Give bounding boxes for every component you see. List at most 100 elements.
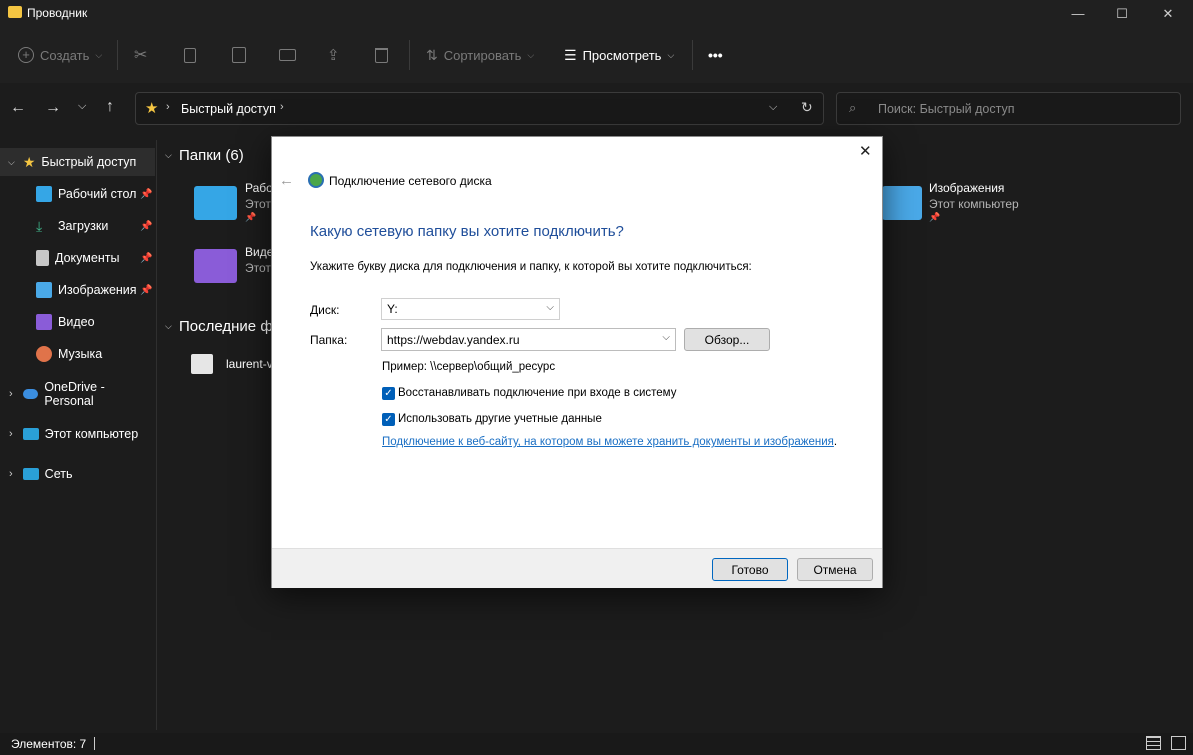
pictures-icon <box>36 282 52 298</box>
pin-icon: 📌 <box>140 252 153 264</box>
delete-button[interactable] <box>375 40 388 70</box>
share-icon: ⇪ <box>327 47 340 64</box>
chevron-down-icon: ⌵ <box>527 49 535 60</box>
chevron-right-icon: › <box>9 468 13 480</box>
section-chevron-icon[interactable]: ⌵ <box>165 150 172 161</box>
section-chevron-icon[interactable]: ⌵ <box>165 321 172 332</box>
sidebar-item-label: Рабочий стол <box>58 187 137 201</box>
tiles-view-icon[interactable] <box>1171 736 1186 750</box>
recent-file-name[interactable]: laurent-v <box>226 357 273 371</box>
dialog-heading: Какую сетевую папку вы хотите подключить… <box>310 223 624 240</box>
network-drive-icon <box>308 172 324 188</box>
view-button[interactable]: ☰ Просмотреть ⌵ <box>564 40 674 70</box>
maximize-button[interactable]: ☐ <box>1099 0 1145 27</box>
close-window-button[interactable]: ✕ <box>1145 0 1191 27</box>
arrow-left-icon: ← <box>10 99 26 116</box>
view-label: Просмотреть <box>582 47 662 63</box>
chevron-down-icon: ⌵ <box>546 302 554 313</box>
toolbar-divider <box>692 40 693 70</box>
sidebar-item-label: OneDrive - Personal <box>44 380 105 408</box>
folder-location: Этот <box>245 261 271 275</box>
title-bar <box>0 0 1193 27</box>
chevron-down-icon: ⌵ <box>662 332 670 343</box>
credentials-checkbox[interactable]: ✓ <box>382 413 395 426</box>
reconnect-label[interactable]: Восстанавливать подключение при входе в … <box>398 387 676 399</box>
close-dialog-button[interactable]: ✕ <box>859 142 872 160</box>
sidebar-item-quick-access[interactable]: ⌵ ★ Быстрый доступ <box>0 148 155 176</box>
sidebar-item-music[interactable]: Музыка <box>0 340 155 368</box>
back-arrow-icon[interactable]: ← <box>279 172 294 189</box>
reconnect-checkbox[interactable]: ✓ <box>382 387 395 400</box>
browse-button[interactable]: Обзор... <box>684 328 770 351</box>
sidebar-item-onedrive[interactable]: › OneDrive - Personal <box>0 380 155 408</box>
network-icon <box>22 468 39 480</box>
plus-circle-icon: + <box>18 47 34 63</box>
recent-files-header[interactable]: Последние ф <box>179 318 273 335</box>
map-network-drive-dialog: ✕ ← Подключение сетевого диска Какую сет… <box>271 136 883 588</box>
chevron-right-icon: › <box>166 101 170 113</box>
sidebar-item-pictures[interactable]: Изображения 📌 <box>0 276 155 304</box>
cancel-button[interactable]: Отмена <box>797 558 873 581</box>
pictures-folder-icon <box>882 186 922 220</box>
finish-button[interactable]: Готово <box>712 558 788 581</box>
folder-input[interactable]: https://webdav.yandex.ru ⌵ <box>381 328 676 351</box>
breadcrumb[interactable]: Быстрый доступ <box>181 102 276 116</box>
sidebar-item-this-pc[interactable]: › Этот компьютер <box>0 420 155 448</box>
refresh-icon[interactable]: ↻ <box>801 99 813 116</box>
drive-value: Y: <box>387 302 398 316</box>
sidebar-item-downloads[interactable]: ⤓ Загрузки 📌 <box>0 212 155 240</box>
folders-header[interactable]: Папки (6) <box>179 147 244 164</box>
sidebar-item-label: Быстрый доступ <box>41 155 137 169</box>
sidebar-item-network[interactable]: › Сеть <box>0 460 155 488</box>
view-icon: ☰ <box>564 46 577 63</box>
video-icon <box>36 314 52 330</box>
sidebar-item-videos[interactable]: Видео <box>0 308 155 336</box>
desktop-folder-icon <box>194 186 237 220</box>
chevron-down-icon[interactable]: ⌵ <box>769 101 777 114</box>
share-button[interactable]: ⇪ <box>327 40 340 70</box>
example-text: Пример: \\сервер\общий_ресурс <box>382 361 556 373</box>
folder-pictures[interactable]: Изображения Этот компьютер 📌 <box>882 181 1042 229</box>
minimize-button[interactable]: — <box>1055 0 1101 27</box>
sidebar-item-label: Видео <box>58 315 95 329</box>
search-input[interactable]: ⌕ Поиск: Быстрый доступ <box>836 92 1181 125</box>
website-link-text[interactable]: Подключение к веб-сайту, на котором вы м… <box>382 436 834 448</box>
documents-icon <box>36 250 49 266</box>
rename-button[interactable] <box>279 40 296 70</box>
status-divider <box>94 737 95 750</box>
download-icon: ⤓ <box>36 217 43 234</box>
sidebar-item-documents[interactable]: Документы 📌 <box>0 244 155 272</box>
folder-desktop[interactable]: Рабо Этот 📌 <box>194 181 274 229</box>
pin-icon: 📌 <box>140 284 153 296</box>
paste-button[interactable] <box>232 40 246 70</box>
chevron-down-icon: ⌵ <box>8 156 15 167</box>
star-icon: ★ <box>22 153 36 170</box>
folder-videos[interactable]: Виде Этот <box>194 245 274 285</box>
sidebar-item-desktop[interactable]: Рабочий стол 📌 <box>0 180 155 208</box>
folder-name: Рабо <box>245 181 273 195</box>
sidebar-item-label: Загрузки <box>58 219 109 233</box>
window-title: Проводник <box>27 6 88 20</box>
up-button[interactable]: ↑ <box>106 98 114 116</box>
sidebar-item-label: Этот компьютер <box>44 427 139 441</box>
back-button[interactable]: ← <box>10 99 26 117</box>
cut-button[interactable]: ✂ <box>134 40 147 70</box>
chevron-right-icon: › <box>9 388 13 400</box>
copy-button[interactable] <box>184 40 196 70</box>
details-view-icon[interactable] <box>1146 736 1161 750</box>
new-button[interactable]: + Создать ⌵ <box>18 40 102 70</box>
pin-icon: 📌 <box>140 188 153 200</box>
folder-value: https://webdav.yandex.ru <box>387 332 520 347</box>
drive-label: Диск: <box>310 303 340 317</box>
scissors-icon: ✂ <box>134 47 148 64</box>
recent-locations-button[interactable]: ⌵ <box>78 100 86 113</box>
website-link[interactable]: Подключение к веб-сайту, на котором вы м… <box>382 436 837 448</box>
drive-select[interactable]: Y: ⌵ <box>381 298 560 320</box>
address-bar[interactable]: ★ › Быстрый доступ › ⌵ ↻ <box>135 92 824 125</box>
credentials-label[interactable]: Использовать другие учетные данные <box>398 413 602 425</box>
item-count: Элементов: 7 <box>11 737 87 751</box>
more-options-button[interactable]: ••• <box>708 40 723 70</box>
pin-icon: 📌 <box>929 212 941 222</box>
forward-button[interactable]: → <box>45 99 61 117</box>
sort-button[interactable]: ⇅ Сортировать ⌵ <box>426 40 534 70</box>
